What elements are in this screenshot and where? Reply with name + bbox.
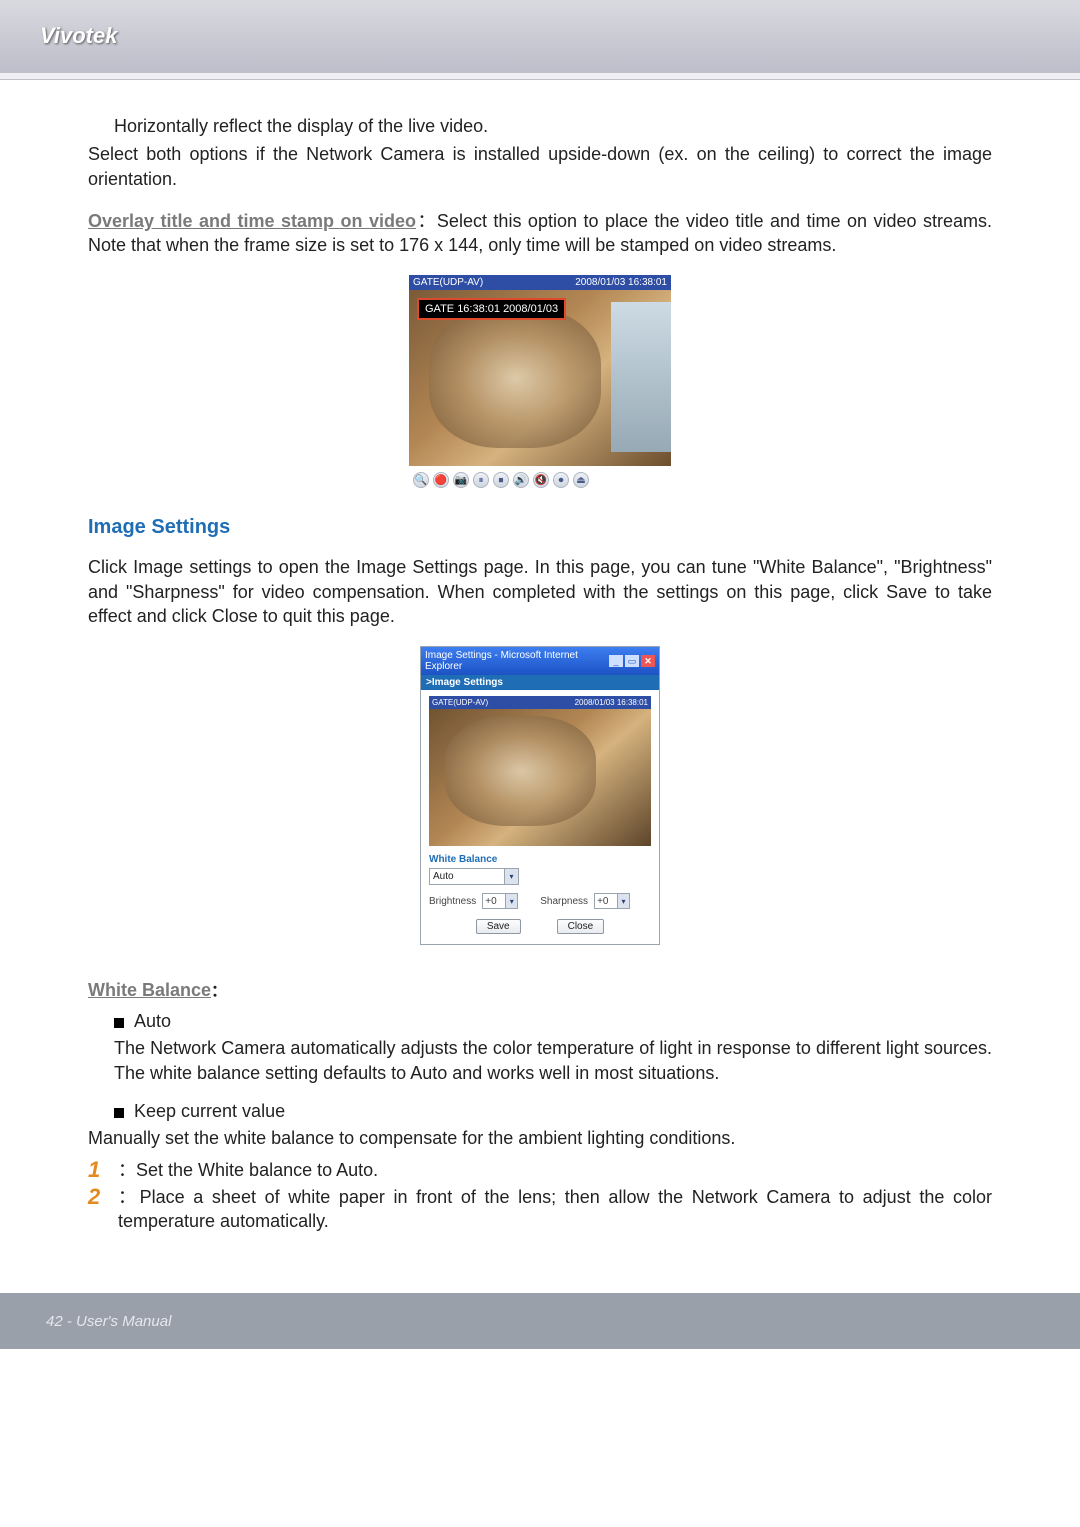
brightness-select[interactable]: +0 ▾ [482, 893, 518, 909]
step-1-row: 1 ：Set the White balance to Auto. [88, 1158, 992, 1182]
footer-page-info: 42 - User's Manual [46, 1313, 171, 1330]
volume-icon[interactable]: 🔊 [513, 472, 529, 488]
chevron-down-icon: ▾ [505, 894, 517, 908]
brightness-value: +0 [485, 896, 496, 907]
breadcrumb: >Image Settings [421, 675, 659, 690]
settings-preview-image: GATE(UDP-AV) 2008/01/03 16:38:01 [429, 696, 651, 846]
step-1-text: ：Set the White balance to Auto. [118, 1158, 992, 1182]
keep-bullet: Keep current value [114, 1101, 992, 1122]
header-bar: Vivotek [0, 0, 1080, 72]
wb-colon: ： [211, 983, 227, 1000]
stop-icon[interactable]: ⏹ [493, 472, 509, 488]
auto-label: Auto [134, 1011, 171, 1032]
sharpness-select[interactable]: +0 ▾ [594, 893, 630, 909]
pause-icon[interactable]: ⏸ [473, 472, 489, 488]
image-settings-desc: Click Image settings to open the Image S… [88, 555, 992, 628]
live-view-source: GATE(UDP-AV) [413, 277, 483, 288]
live-view-timestamp: 2008/01/03 16:38:01 [575, 277, 667, 288]
settings-buttons: Save Close [421, 919, 659, 934]
step-2-text: ：Place a sheet of white paper in front o… [118, 1185, 992, 1234]
live-view-topbar: GATE(UDP-AV) 2008/01/03 16:38:01 [409, 275, 671, 290]
footer-bar: 42 - User's Manual [0, 1293, 1080, 1349]
brand-logo: Vivotek [40, 23, 117, 49]
mute-icon[interactable]: 🔇 [533, 472, 549, 488]
live-view-toolbar: 🔍 🔴 📷 ⏸ ⏹ 🔊 🔇 ⏺ ⏏ [409, 466, 671, 494]
window-title-text: Image Settings - Microsoft Internet Expl… [425, 650, 609, 672]
overlay-paragraph: Overlay title and time stamp on video：Se… [88, 209, 992, 258]
settings-preview-bar: GATE(UDP-AV) 2008/01/03 16:38:01 [429, 696, 651, 709]
live-view-image: GATE 16:38:01 2008/01/03 [409, 290, 671, 466]
record-icon[interactable]: 🔴 [433, 472, 449, 488]
maximize-icon[interactable]: ▭ [625, 655, 639, 667]
window-body: >Image Settings GATE(UDP-AV) 2008/01/03 … [421, 675, 659, 944]
white-balance-details: Auto The Network Camera automatically ad… [88, 1011, 992, 1233]
step-number-2: 2 [88, 1185, 108, 1209]
mirror-description: Horizontally reflect the display of the … [88, 114, 992, 138]
close-button[interactable]: Close [557, 919, 605, 934]
step-number-1: 1 [88, 1158, 108, 1182]
window-titlebar: Image Settings - Microsoft Internet Expl… [421, 647, 659, 675]
zoom-icon[interactable]: 🔍 [413, 472, 429, 488]
header-subbar [0, 72, 1080, 80]
image-settings-heading: Image Settings [88, 516, 992, 539]
brightness-label: Brightness [429, 896, 476, 907]
window-controls: _ ▭ ✕ [609, 655, 655, 667]
white-balance-heading: White Balance [88, 980, 211, 1000]
chevron-down-icon: ▾ [617, 894, 629, 908]
overlay-stamp-callout: GATE 16:38:01 2008/01/03 [417, 298, 566, 320]
auto-bullet: Auto [114, 1011, 992, 1032]
eject-icon[interactable]: ⏏ [573, 472, 589, 488]
brightness-sharpness-row: Brightness +0 ▾ Sharpness +0 ▾ [429, 893, 651, 909]
image-settings-screenshot: Image Settings - Microsoft Internet Expl… [88, 646, 992, 945]
white-balance-select[interactable]: Auto ▾ [429, 868, 519, 885]
keep-description: Manually set the white balance to compen… [88, 1126, 992, 1150]
live-view-frame: GATE(UDP-AV) 2008/01/03 16:38:01 GATE 16… [409, 275, 671, 494]
image-settings-window: Image Settings - Microsoft Internet Expl… [420, 646, 660, 945]
step-2-row: 2 ：Place a sheet of white paper in front… [88, 1185, 992, 1234]
auto-description: The Network Camera automatically adjusts… [114, 1036, 992, 1085]
upside-down-note: Select both options if the Network Camer… [88, 142, 992, 191]
square-bullet-icon [114, 1018, 124, 1028]
mic-icon[interactable]: ⏺ [553, 472, 569, 488]
live-view-screenshot: GATE(UDP-AV) 2008/01/03 16:38:01 GATE 16… [88, 275, 992, 494]
settings-preview-source: GATE(UDP-AV) [432, 698, 488, 707]
snapshot-icon[interactable]: 📷 [453, 472, 469, 488]
save-button[interactable]: Save [476, 919, 521, 934]
white-balance-section: White Balance： Auto The Network Camera a… [88, 977, 992, 1233]
chevron-down-icon: ▾ [504, 869, 518, 884]
keep-label: Keep current value [134, 1101, 285, 1122]
square-bullet-icon [114, 1108, 124, 1118]
minimize-icon[interactable]: _ [609, 655, 623, 667]
white-balance-value: Auto [433, 871, 454, 882]
overlay-option-label: Overlay title and time stamp on video [88, 211, 416, 231]
sharpness-value: +0 [597, 896, 608, 907]
white-balance-label: White Balance [429, 854, 651, 865]
close-icon[interactable]: ✕ [641, 655, 655, 667]
sharpness-label: Sharpness [540, 896, 588, 907]
settings-preview-timestamp: 2008/01/03 16:38:01 [575, 698, 648, 707]
white-balance-fieldset: White Balance Auto ▾ [429, 854, 651, 885]
page-content: Horizontally reflect the display of the … [0, 80, 1080, 1233]
